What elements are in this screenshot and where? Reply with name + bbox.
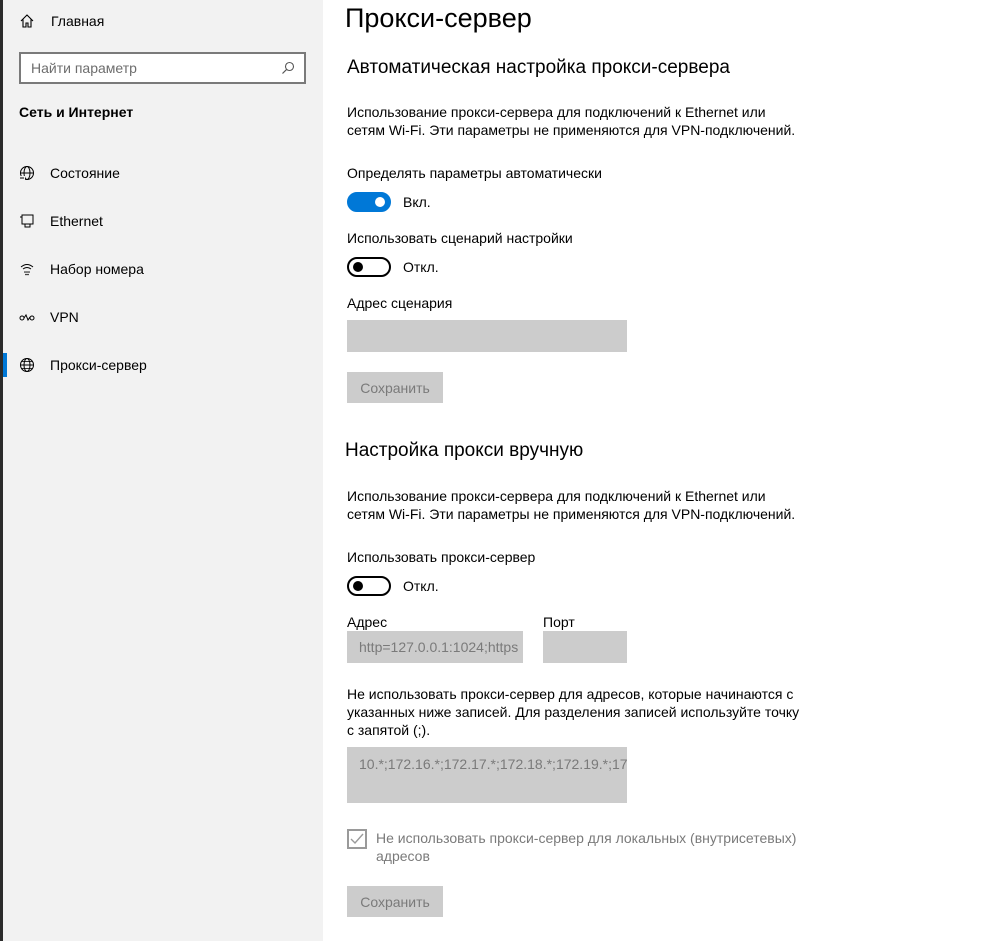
sidebar-item-proxy[interactable]: Прокси-сервер: [3, 347, 323, 383]
manual-description: Использование прокси-сервера для подключ…: [347, 488, 796, 522]
sidebar-item-dialup[interactable]: Набор номера: [3, 251, 323, 287]
main-content: Прокси-сервер Автоматическая настройка п…: [323, 0, 992, 941]
sidebar: Главная Сеть и Интернет Состояние Ethern…: [3, 0, 323, 941]
checkmark-icon: [350, 833, 364, 845]
globe-status-icon: [18, 164, 36, 182]
exceptions-label: Не использовать прокси-сервер для адресо…: [347, 686, 800, 738]
toggle-knob: [375, 197, 385, 207]
search-box[interactable]: [19, 52, 306, 84]
sidebar-item-label: Ethernet: [50, 213, 103, 229]
section-title: Сеть и Интернет: [19, 104, 134, 120]
sidebar-item-ethernet[interactable]: Ethernet: [3, 203, 323, 239]
use-proxy-label: Использовать прокси-сервер: [347, 549, 536, 565]
proxy-address-label: Адрес: [347, 614, 388, 630]
auto-section-heading: Автоматическая настройка прокси-сервера: [347, 57, 730, 78]
manual-section-heading: Настройка прокси вручную: [345, 440, 584, 461]
nav-home-label: Главная: [51, 13, 105, 29]
script-address-input[interactable]: [347, 320, 627, 352]
search-input[interactable]: [31, 60, 280, 76]
detect-settings-state: Вкл.: [403, 194, 431, 210]
proxy-address-input[interactable]: http=127.0.0.1:1024;https: [347, 631, 523, 663]
page-title: Прокси-сервер: [345, 3, 532, 33]
detect-settings-toggle[interactable]: [347, 192, 391, 212]
auto-save-button[interactable]: Сохранить: [347, 372, 443, 403]
local-bypass-row: Не использовать прокси-сервер для локаль…: [347, 829, 806, 865]
local-bypass-label: Не использовать прокси-сервер для локаль…: [376, 830, 797, 864]
use-proxy-toggle[interactable]: [347, 576, 391, 596]
proxy-port-label: Порт: [543, 614, 575, 630]
sidebar-item-label: VPN: [50, 309, 79, 325]
nav-home[interactable]: Главная: [19, 8, 299, 34]
search-icon[interactable]: [280, 60, 296, 76]
globe-icon: [18, 356, 36, 374]
vpn-icon: [18, 308, 36, 326]
setup-script-row: Откл.: [347, 257, 439, 277]
ethernet-icon: [18, 212, 36, 230]
sidebar-item-label: Состояние: [50, 165, 120, 181]
proxy-port-input[interactable]: [543, 631, 627, 663]
script-address-label: Адрес сценария: [347, 295, 453, 311]
toggle-knob: [353, 262, 363, 272]
exceptions-textarea[interactable]: 10.*;172.16.*;172.17.*;172.18.*;172.19.*…: [347, 747, 627, 803]
auto-description: Использование прокси-сервера для подключ…: [347, 104, 796, 138]
use-proxy-state: Откл.: [403, 578, 439, 594]
sidebar-item-label: Набор номера: [50, 261, 144, 277]
setup-script-toggle[interactable]: [347, 257, 391, 277]
dialup-phone-icon: [18, 260, 36, 278]
detect-settings-row: Вкл.: [347, 192, 431, 212]
active-indicator: [3, 353, 7, 377]
use-proxy-row: Откл.: [347, 576, 439, 596]
local-bypass-checkbox[interactable]: [347, 829, 367, 849]
setup-script-state: Откл.: [403, 259, 439, 275]
sidebar-item-vpn[interactable]: VPN: [3, 299, 323, 335]
sidebar-item-status[interactable]: Состояние: [3, 155, 323, 191]
manual-save-button[interactable]: Сохранить: [347, 886, 443, 917]
setup-script-label: Использовать сценарий настройки: [347, 230, 573, 246]
sidebar-item-label: Прокси-сервер: [50, 357, 147, 373]
home-icon: [19, 13, 35, 29]
toggle-knob: [353, 581, 363, 591]
detect-settings-label: Определять параметры автоматически: [347, 165, 602, 181]
